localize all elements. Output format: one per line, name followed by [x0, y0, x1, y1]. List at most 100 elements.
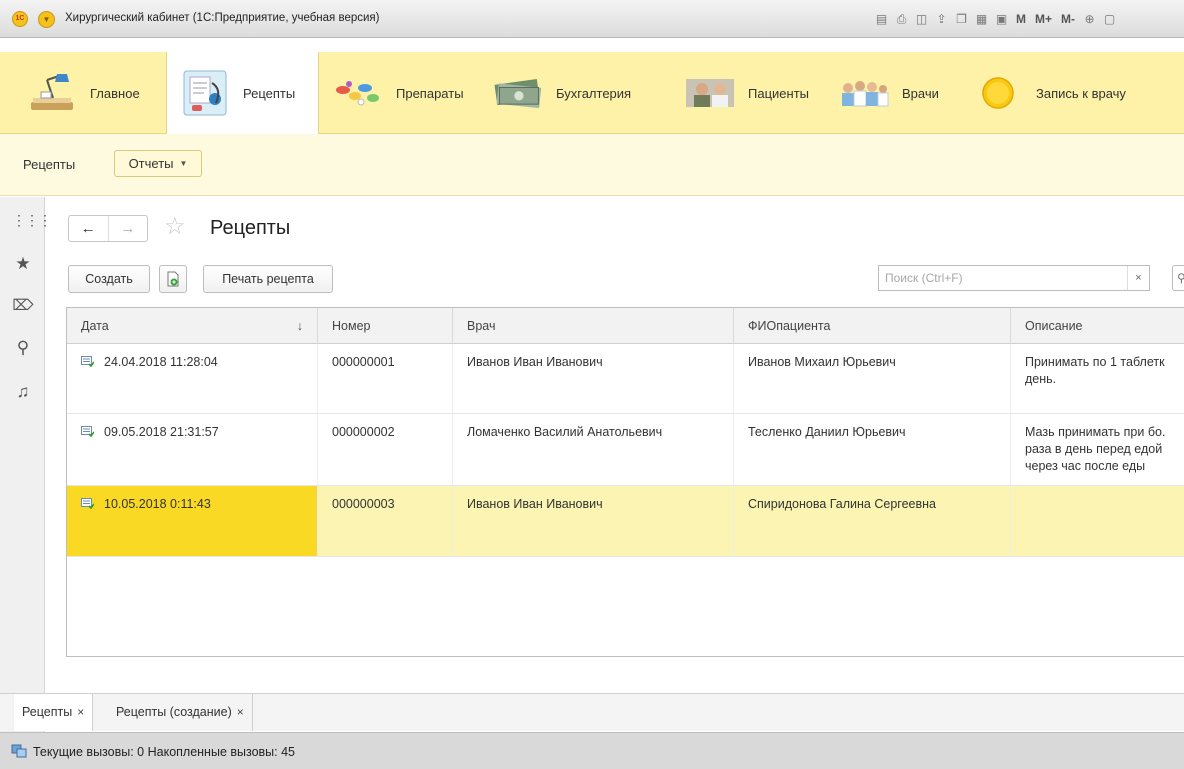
reports-dropdown[interactable]: Отчеты ▼	[114, 150, 202, 177]
cell-date: 09.05.2018 21:31:57	[67, 414, 318, 485]
left-tool-panel: ⋮⋮⋮ ★ ⌦ ⚲ ♫	[0, 197, 52, 732]
document-posted-icon	[81, 498, 94, 509]
save-icon[interactable]: ▤	[873, 11, 890, 28]
section-label: Врачи	[902, 85, 939, 101]
recipes-table: Дата ↓ Номер Врач ФИОпациента Описание 2…	[66, 307, 1184, 657]
section-recipes[interactable]: Рецепты	[166, 52, 319, 134]
tab-label: Рецепты (создание)	[116, 705, 232, 719]
table-row[interactable]: 09.05.2018 21:31:57 000000002 Ломаченко …	[67, 414, 1184, 486]
add-favorite-star-icon[interactable]: ☆	[164, 215, 186, 239]
bell-icon[interactable]: ♫	[12, 381, 34, 403]
doctors-icon	[838, 69, 890, 117]
section-command-bar: Рецепты Отчеты ▼	[0, 134, 1184, 196]
zoom-in-icon[interactable]: ⊕	[1081, 11, 1098, 28]
section-patients[interactable]: Пациенты	[684, 52, 824, 134]
preview-icon[interactable]: ◫	[913, 11, 930, 28]
section-label: Пациенты	[748, 85, 809, 101]
memory-m-minus-button[interactable]: M-	[1058, 11, 1078, 28]
title-toolbar: ▤ ⎙ ◫ ⇪ ❐ ▦ ▣ M M+ M- ⊕ ▢	[873, 10, 1118, 28]
money-icon	[492, 69, 544, 117]
sun-circle-icon	[978, 69, 1018, 117]
column-header-description[interactable]: Описание	[1011, 308, 1184, 344]
cell-doctor: Иванов Иван Иванович	[453, 486, 734, 556]
favorites-star-icon[interactable]: ★	[12, 253, 34, 275]
search-input[interactable]	[879, 266, 1127, 290]
open-windows-bar: Рецепты × Рецепты (создание) ×	[0, 693, 1184, 731]
section-label: Рецепты	[243, 85, 296, 101]
section-label: Запись к врачу	[1036, 85, 1126, 101]
clear-search-button[interactable]: ×	[1127, 266, 1149, 290]
reports-label: Отчеты	[128, 156, 174, 171]
column-header-patient[interactable]: ФИОпациента	[734, 308, 1011, 344]
title-bar: 1С ▼ Хирургический кабинет (1С:Предприят…	[0, 0, 1184, 38]
app-logo-icon: 1С	[12, 11, 28, 27]
create-button[interactable]: Создать	[68, 265, 150, 293]
section-accounting[interactable]: Бухгалтерия	[492, 52, 662, 134]
prescription-icon	[179, 69, 231, 117]
desk-lamp-icon	[26, 69, 78, 117]
cell-number: 000000001	[318, 344, 453, 413]
tab-label: Рецепты	[22, 705, 73, 719]
close-icon[interactable]: ×	[77, 705, 84, 719]
nav-buttons: ← →	[68, 215, 148, 242]
column-header-doctor[interactable]: Врач	[453, 308, 734, 344]
document-posted-icon	[81, 426, 94, 437]
memory-m-plus-button[interactable]: M+	[1032, 11, 1055, 28]
cell-date: 10.05.2018 0:11:43	[67, 486, 318, 556]
tab-recipes-create[interactable]: Рецепты (создание) ×	[108, 694, 253, 731]
tab-recipes[interactable]: Рецепты ×	[14, 694, 94, 731]
close-icon[interactable]: ×	[237, 705, 244, 719]
chevron-down-icon: ▼	[179, 159, 188, 168]
search-icon[interactable]: ⚲	[12, 337, 34, 359]
forward-arrow-icon[interactable]: →	[107, 216, 148, 241]
print-recipe-button[interactable]: Печать рецепта	[203, 265, 333, 293]
section-label: Главное	[90, 85, 140, 101]
calendar-icon[interactable]: ▣	[993, 11, 1010, 28]
cell-doctor: Иванов Иван Иванович	[453, 344, 734, 413]
recipes-form: ← → ☆ Рецепты Создать Печать рецепта × ⚲…	[46, 197, 1184, 692]
page-title: Рецепты	[210, 217, 291, 239]
cell-number: 000000003	[318, 486, 453, 556]
cell-date: 24.04.2018 11:28:04	[67, 344, 318, 413]
table-header: Дата ↓ Номер Врач ФИОпациента Описание	[67, 308, 1184, 344]
print-icon[interactable]: ⎙	[893, 11, 910, 28]
patients-icon	[684, 69, 736, 117]
upload-icon[interactable]: ⇪	[933, 11, 950, 28]
copy-doc-button[interactable]	[159, 265, 187, 293]
sort-down-icon: ↓	[296, 319, 303, 333]
cell-description: Принимать по 1 таблетк день.	[1025, 355, 1165, 386]
copy-icon[interactable]: ❐	[953, 11, 970, 28]
history-icon[interactable]: ⌦	[12, 295, 34, 317]
status-bar: Текущие вызовы: 0 Накопленные вызовы: 45	[0, 732, 1184, 769]
back-arrow-icon[interactable]: ←	[69, 216, 108, 241]
cell-patient: Тесленко Даниил Юрьевич	[734, 414, 1011, 485]
cell-patient: Спиридонова Галина Сергеевна	[734, 486, 1011, 556]
status-text: Текущие вызовы: 0 Накопленные вызовы: 45	[33, 745, 296, 759]
cell-patient: Иванов Михаил Юрьевич	[734, 344, 1011, 413]
apps-grid-icon[interactable]: ⋮⋮⋮	[12, 209, 52, 231]
main-menu-button[interactable]: ▼	[38, 11, 55, 28]
pills-icon	[332, 69, 384, 117]
memory-m-button[interactable]: M	[1013, 11, 1029, 28]
copy-doc-icon	[167, 271, 179, 287]
section-label: Препараты	[396, 85, 464, 101]
recipes-link[interactable]: Рецепты	[23, 157, 75, 172]
column-header-number[interactable]: Номер	[318, 308, 453, 344]
section-doctors[interactable]: Врачи	[838, 52, 968, 134]
section-main[interactable]: Главное	[26, 52, 166, 134]
search-box: ×	[878, 265, 1150, 291]
window-icon[interactable]: ▢	[1101, 11, 1118, 28]
calculator-icon[interactable]: ▦	[973, 11, 990, 28]
column-header-date[interactable]: Дата ↓	[67, 308, 318, 344]
section-appointment[interactable]: Запись к врачу	[978, 52, 1168, 134]
document-posted-icon	[81, 356, 94, 367]
section-drugs[interactable]: Препараты	[332, 52, 482, 134]
table-row-selected[interactable]: 10.05.2018 0:11:43 000000003 Иванов Иван…	[67, 486, 1184, 557]
section-label: Бухгалтерия	[556, 85, 632, 101]
table-row[interactable]: 24.04.2018 11:28:04 000000001 Иванов Ива…	[67, 344, 1184, 414]
search-magnifier-icon[interactable]: ⚲	[1172, 265, 1184, 291]
server-calls-icon	[11, 744, 27, 758]
cell-doctor: Ломаченко Василий Анатольевич	[453, 414, 734, 485]
cell-number: 000000002	[318, 414, 453, 485]
cell-description	[1011, 486, 1184, 556]
